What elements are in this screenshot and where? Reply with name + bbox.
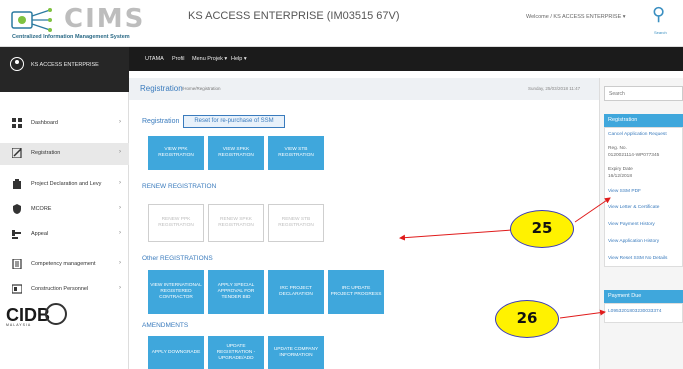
- reg-no-label: Reg. No.: [608, 146, 627, 151]
- logo-subtitle: Centralized Information Management Syste…: [12, 34, 130, 40]
- other-registrations-heading: Other REGISTRATIONS: [142, 255, 213, 262]
- view-ssm-pdf-link[interactable]: View SSM PDF: [608, 189, 641, 194]
- apply-downgrade-tile[interactable]: APPLY DOWNGRADE: [148, 336, 204, 369]
- search-label: Search: [654, 30, 667, 35]
- welcome-user-menu[interactable]: Welcome / KS ACCESS ENTERPRISE ▾: [526, 14, 626, 20]
- nav-menu-projek[interactable]: Menu Projek ▾: [192, 56, 227, 62]
- id-card-icon: [12, 284, 22, 294]
- update-registration-tile[interactable]: UPDATE REGISTRATION - UPGRADE/ADD: [208, 336, 264, 369]
- irc-update-progress-tile[interactable]: IRC UPDATE PROJECT PROGRESS: [328, 270, 384, 314]
- expiry-date-label: Expiry Date: [608, 167, 633, 172]
- cancel-application-link[interactable]: Cancel Application Request: [608, 132, 667, 137]
- building-icon: [13, 179, 21, 189]
- view-ppk-registration-tile[interactable]: VIEW PPK REGISTRATION: [148, 136, 204, 170]
- page-title: Registration: [140, 84, 183, 93]
- reset-ssm-button[interactable]: Reset for re-purchase of SSM: [183, 115, 285, 128]
- sidebar-item-project-declaration[interactable]: Project Declaration and Levy ›: [0, 174, 129, 196]
- renew-stb-registration-tile: RENEW STB REGISTRATION: [268, 204, 324, 242]
- user-block: KS ACCESS ENTERPRISE: [0, 47, 129, 92]
- chevron-right-icon: ›: [119, 180, 121, 186]
- callout-26: 26: [495, 300, 559, 338]
- logo-wordmark: CIMS: [64, 4, 146, 34]
- search-input[interactable]: [604, 86, 683, 101]
- chevron-right-icon: ›: [119, 149, 121, 155]
- search-icon: ⚲: [652, 4, 666, 24]
- dashboard-icon: [12, 118, 22, 128]
- breadcrumb[interactable]: /Home/Registration: [182, 86, 221, 91]
- sidebar-item-label: Registration: [31, 150, 61, 156]
- apply-special-approval-tile[interactable]: APPLY SPECIAL APPROVAL FOR TENDER BID: [208, 270, 264, 314]
- view-international-contractor-tile[interactable]: VIEW INTERNATIONAL REGISTERED CONTRACTOR: [148, 270, 204, 314]
- chevron-right-icon: ›: [119, 285, 121, 291]
- chevron-right-icon: ›: [119, 119, 121, 125]
- renew-registration-heading: RENEW REGISTRATION: [142, 183, 217, 190]
- shield-icon: [13, 204, 21, 214]
- user-name: KS ACCESS ENTERPRISE: [31, 62, 99, 68]
- irc-project-declaration-tile[interactable]: IRC PROJECT DECLARATION: [268, 270, 324, 314]
- view-application-history-link[interactable]: View Application History: [608, 239, 659, 244]
- callout-25: 25: [510, 210, 574, 248]
- update-company-info-tile[interactable]: UPDATE COMPANY INFORMATION: [268, 336, 324, 369]
- renew-ppk-registration-tile: RENEW PPK REGISTRATION: [148, 204, 204, 242]
- registration-label: Registration: [142, 118, 180, 125]
- sidebar-item-construction-personnel[interactable]: Construction Personnel ›: [0, 279, 129, 301]
- sidebar-item-label: Project Declaration and Levy: [31, 181, 102, 187]
- reg-no-value: 0120021114-WP077345: [608, 153, 660, 158]
- cidb-emblem-icon: [45, 303, 67, 325]
- gavel-icon: [12, 230, 21, 239]
- renew-spkk-registration-tile: RENEW SPKK REGISTRATION: [208, 204, 264, 242]
- view-payment-history-link[interactable]: View Payment History: [608, 222, 655, 227]
- current-date: Sunday, 25/03/2018 11:47: [528, 86, 581, 91]
- view-reset-ssm-link[interactable]: View Reset SSM No Details: [608, 256, 667, 261]
- sidebar-item-dashboard[interactable]: Dashboard ›: [0, 113, 129, 135]
- nav-profil[interactable]: Profil: [172, 56, 185, 62]
- chevron-right-icon: ›: [119, 260, 121, 266]
- sidebar-item-label: Dashboard: [31, 120, 58, 126]
- payment-ref-link[interactable]: L0953201803230033374: [608, 309, 661, 314]
- expiry-date-value: 16/12/2018: [608, 174, 633, 179]
- sidebar-item-label: Construction Personnel: [31, 286, 89, 292]
- sidebar-item-mcore[interactable]: MCORE ›: [0, 199, 129, 221]
- payment-due-header: Payment Due: [604, 290, 683, 303]
- view-stb-registration-tile[interactable]: VIEW STB REGISTRATION: [268, 136, 324, 170]
- sidebar-item-competency[interactable]: Competency management ›: [0, 254, 129, 276]
- app-title: KS ACCESS ENTERPRISE (IM03515 67V): [188, 10, 400, 22]
- network-logo-icon: [11, 8, 52, 32]
- nav-utama[interactable]: UTAMA: [145, 56, 164, 62]
- sidebar-item-registration[interactable]: Registration ›: [0, 143, 129, 165]
- sidebar-item-label: MCORE: [31, 206, 52, 212]
- registration-panel-header: Registration: [604, 114, 683, 127]
- nav-help[interactable]: Help ▾: [231, 56, 247, 62]
- chevron-right-icon: ›: [119, 205, 121, 211]
- header-search-button[interactable]: ⚲ Search: [646, 4, 676, 40]
- app-header: CIMS Centralized Information Management …: [0, 0, 683, 47]
- view-letter-certificate-link[interactable]: View Letter & Certificate: [608, 205, 659, 210]
- document-icon: [12, 259, 22, 269]
- sidebar-item-appeal[interactable]: Appeal ›: [0, 224, 129, 246]
- edit-icon: [12, 148, 22, 158]
- amendments-heading: AMENDMENTS: [142, 322, 189, 329]
- sidebar-item-label: Competency management: [31, 261, 96, 267]
- cidb-logo-subtitle: MALAYSIA: [6, 323, 32, 327]
- sidebar-item-label: Appeal: [31, 231, 49, 237]
- chevron-right-icon: ›: [119, 230, 121, 236]
- cims-logo[interactable]: CIMS Centralized Information Management …: [6, 4, 172, 44]
- view-spkk-registration-tile[interactable]: VIEW SPKK REGISTRATION: [208, 136, 264, 170]
- user-avatar-icon: [10, 57, 24, 71]
